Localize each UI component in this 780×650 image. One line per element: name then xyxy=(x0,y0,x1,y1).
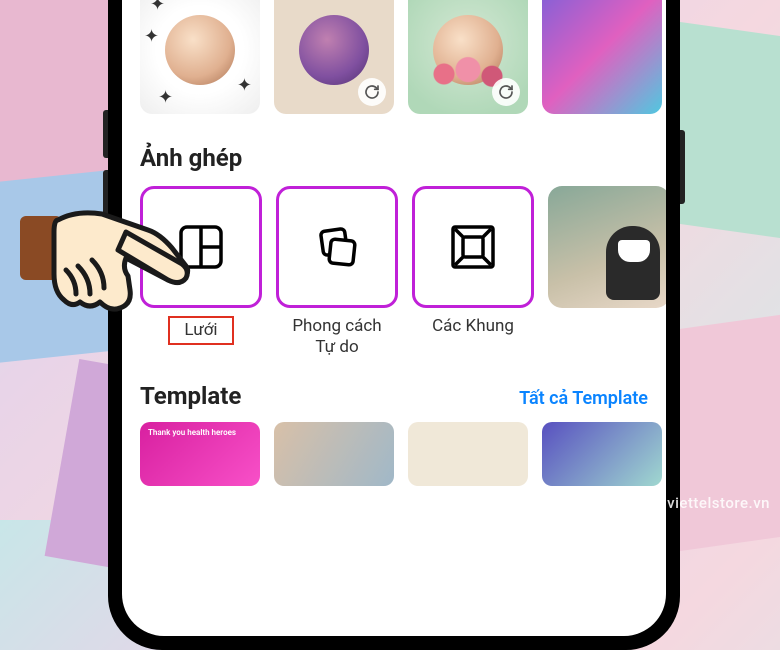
freestyle-icon xyxy=(312,222,362,272)
collage-card-grid[interactable]: Lưới xyxy=(140,186,262,360)
all-templates-link[interactable]: Tất cả Template xyxy=(519,388,648,409)
watermark: viettelstore.vn xyxy=(667,494,770,512)
collage-row: Lưới Phong cách Tự do xyxy=(140,186,648,360)
effect-thumb[interactable] xyxy=(408,0,528,114)
collage-card-freestyle[interactable]: Phong cách Tự do xyxy=(276,186,398,360)
grid-icon xyxy=(177,223,225,271)
reload-icon[interactable] xyxy=(358,78,386,106)
effect-thumb[interactable] xyxy=(274,0,394,114)
template-section-title: Template xyxy=(140,382,241,410)
template-row: Thank you health heroes xyxy=(140,422,648,486)
collage-card-label: Lưới xyxy=(168,316,233,345)
collage-section-title: Ảnh ghép xyxy=(140,144,648,172)
effect-thumb[interactable]: ✦ ✦ ✦ ✦ xyxy=(140,0,260,114)
collage-card-photo[interactable] xyxy=(548,186,666,308)
effect-thumb[interactable] xyxy=(542,0,662,114)
frames-icon xyxy=(449,223,497,271)
phone-frame: ✦ ✦ ✦ ✦ Ả xyxy=(108,0,680,650)
template-thumb[interactable]: Thank you health heroes xyxy=(140,422,260,486)
effects-row: ✦ ✦ ✦ ✦ xyxy=(140,0,648,114)
collage-card-frames[interactable]: Các Khung xyxy=(412,186,534,360)
template-thumb[interactable] xyxy=(408,422,528,486)
collage-card-label: Phong cách Tự do xyxy=(292,316,381,360)
collage-card-label: Các Khung xyxy=(432,316,514,360)
template-thumb[interactable] xyxy=(274,422,394,486)
template-thumb[interactable] xyxy=(542,422,662,486)
app-screen: ✦ ✦ ✦ ✦ Ả xyxy=(122,0,666,636)
reload-icon[interactable] xyxy=(492,78,520,106)
